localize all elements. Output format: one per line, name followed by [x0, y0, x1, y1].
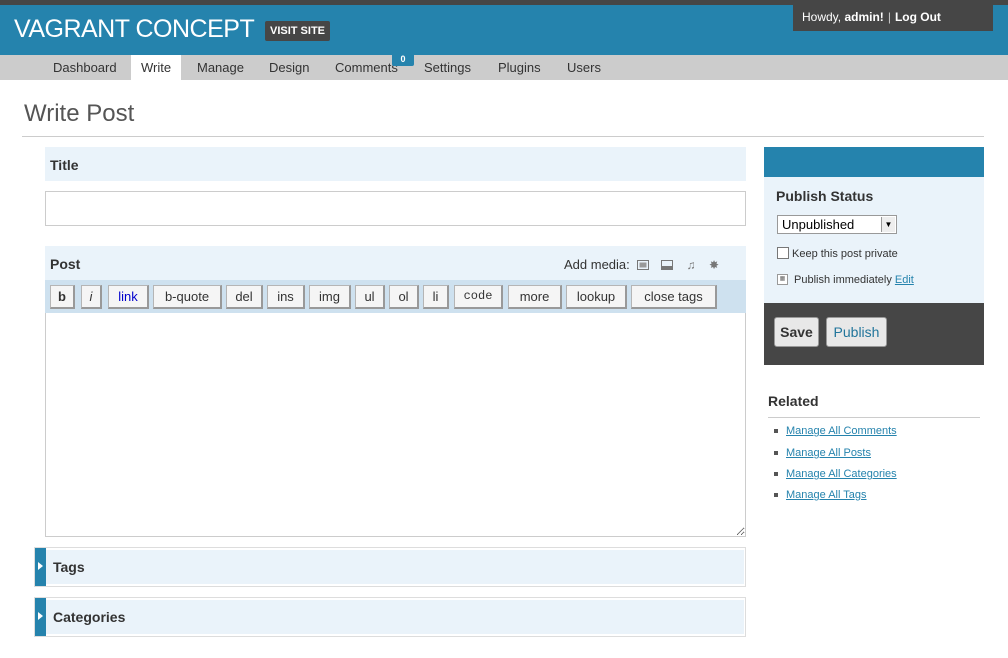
main-nav: Dashboard Write Manage Design Comments S…: [0, 55, 1008, 80]
nav-manage[interactable]: Manage: [187, 55, 254, 80]
bullet-icon: [774, 472, 778, 477]
related-link-posts[interactable]: Manage All Posts: [774, 447, 871, 459]
post-status-select[interactable]: Unpublished ▼: [777, 215, 897, 234]
related-link-categories[interactable]: Manage All Categories: [774, 468, 897, 480]
publish-box-header: [764, 147, 984, 177]
site-title[interactable]: VAGRANT CONCEPT: [14, 15, 255, 44]
related-link-comments[interactable]: Manage All Comments: [774, 425, 897, 437]
publish-when-text: Publish immediately: [794, 274, 892, 286]
bullet-icon: [774, 429, 778, 434]
nav-write[interactable]: Write: [131, 55, 182, 80]
post-label: Post: [50, 256, 81, 272]
more-button[interactable]: more: [508, 285, 562, 309]
categories-toggle[interactable]: [35, 598, 46, 636]
ol-button[interactable]: ol: [389, 285, 419, 309]
expand-arrow-icon: [38, 612, 43, 620]
save-button[interactable]: Save: [774, 317, 819, 347]
quicktags-toolbar: b i link b-quote del ins img ul ol li co…: [45, 280, 746, 313]
image-icon[interactable]: [636, 258, 650, 272]
bullet-icon: [774, 493, 778, 498]
publish-box: Publish Status Unpublished ▼ Keep this p…: [764, 177, 984, 303]
music-icon[interactable]: ♫: [684, 258, 698, 272]
publish-button[interactable]: Publish: [826, 317, 887, 347]
title-label: Title: [45, 147, 746, 181]
title-input[interactable]: [45, 191, 746, 226]
nav-plugins[interactable]: Plugins: [488, 55, 551, 80]
calendar-icon: ▦: [777, 274, 788, 285]
page-title: Write Post: [24, 100, 135, 127]
categories-box[interactable]: Categories: [34, 597, 746, 637]
post-content-editor[interactable]: [45, 313, 746, 537]
related-divider: [768, 417, 980, 418]
nav-design[interactable]: Design: [259, 55, 319, 80]
publish-actions: Save Publish: [764, 303, 984, 365]
lookup-button[interactable]: lookup: [566, 285, 627, 309]
post-header: Post Add media: ♫ ✸: [45, 246, 746, 280]
del-button[interactable]: del: [226, 285, 263, 309]
chevron-down-icon: ▼: [881, 217, 895, 232]
video-icon[interactable]: [660, 258, 674, 272]
publish-status-title: Publish Status: [776, 188, 874, 204]
username: admin!: [844, 10, 884, 24]
howdy-text: Howdy,: [802, 10, 845, 24]
code-button[interactable]: code: [454, 285, 503, 309]
tags-label: Tags: [46, 550, 744, 584]
related-link-tags[interactable]: Manage All Tags: [774, 489, 867, 501]
bullet-icon: [774, 451, 778, 456]
li-button[interactable]: li: [423, 285, 449, 309]
post-status-value: Unpublished: [782, 217, 855, 232]
publish-timestamp: Publish immediately Edit: [794, 274, 914, 286]
private-checkbox[interactable]: [777, 247, 789, 259]
media-icon[interactable]: ✸: [707, 258, 721, 272]
italic-button[interactable]: i: [81, 285, 102, 309]
logout-link[interactable]: Log Out: [895, 10, 941, 24]
private-label: Keep this post private: [792, 248, 898, 260]
title-divider: [22, 136, 984, 137]
tags-toggle[interactable]: [35, 548, 46, 586]
edit-timestamp-link[interactable]: Edit: [895, 274, 914, 286]
nav-settings[interactable]: Settings: [414, 55, 481, 80]
ul-button[interactable]: ul: [355, 285, 385, 309]
related-title: Related: [768, 393, 819, 409]
nav-dashboard[interactable]: Dashboard: [43, 55, 127, 80]
img-button[interactable]: img: [309, 285, 351, 309]
link-button[interactable]: link: [108, 285, 149, 309]
ins-button[interactable]: ins: [267, 285, 305, 309]
close-tags-button[interactable]: close tags: [631, 285, 717, 309]
categories-label: Categories: [46, 600, 744, 634]
tags-box[interactable]: Tags: [34, 547, 746, 587]
visit-site-button[interactable]: VISIT SITE: [265, 21, 331, 41]
user-bar: Howdy, admin! | Log Out: [793, 0, 993, 31]
add-media-label: Add media:: [564, 257, 630, 272]
comments-count-badge: 0: [392, 52, 414, 66]
nav-users[interactable]: Users: [557, 55, 611, 80]
bold-button[interactable]: b: [50, 285, 75, 309]
blockquote-button[interactable]: b-quote: [153, 285, 222, 309]
expand-arrow-icon: [38, 562, 43, 570]
user-separator: |: [887, 10, 891, 24]
